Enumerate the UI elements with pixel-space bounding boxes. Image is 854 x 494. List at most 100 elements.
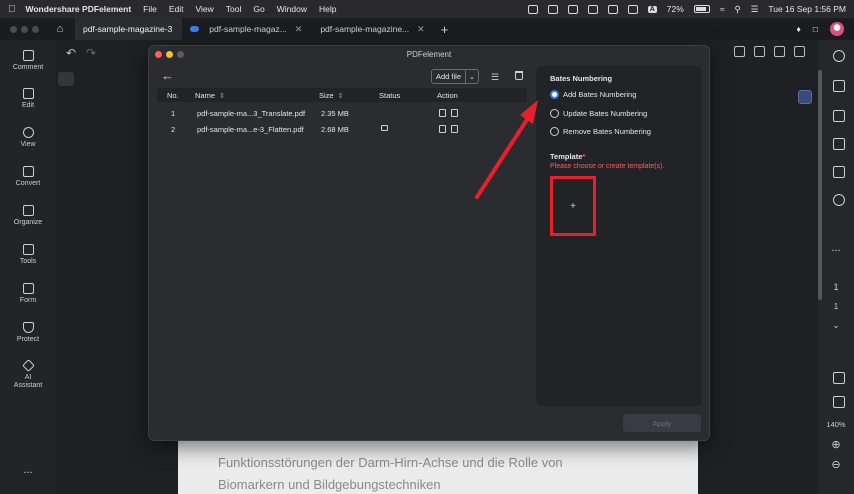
avatar[interactable] [830, 22, 844, 36]
attachment-icon[interactable] [833, 194, 845, 206]
redo-icon[interactable]: ↷ [86, 46, 96, 60]
apple-icon[interactable]:  [8, 4, 16, 15]
chevron-down-icon[interactable]: ⌄ [466, 73, 478, 81]
lock-icon [381, 125, 388, 131]
file-icon[interactable] [439, 125, 446, 133]
new-tab-button[interactable]: + [441, 22, 449, 37]
col-header-action: Action [437, 90, 458, 100]
sidebar-item-edit[interactable]: Edit [0, 88, 56, 109]
radio-add-bates[interactable]: Add Bates Numbering [550, 90, 636, 99]
radio-icon[interactable] [550, 127, 559, 136]
cloud-icon [190, 26, 200, 32]
template-label-text: Template [550, 152, 583, 161]
table-header: No. Name ⇕ Size ⇕ Status Action [157, 88, 527, 102]
menu-window[interactable]: Window [277, 4, 307, 14]
trash-icon[interactable] [451, 125, 458, 133]
sidebar-item-view[interactable]: View [0, 127, 56, 148]
tab-label: pdf-sample-magazine-3 [83, 24, 173, 34]
ai-assistant-icon[interactable] [798, 90, 812, 104]
radio-remove-bates[interactable]: Remove Bates Numbering [550, 127, 651, 136]
zoom-level[interactable]: 140% [818, 420, 854, 429]
menu-edit[interactable]: Edit [169, 4, 184, 14]
print-icon[interactable] [754, 46, 765, 57]
close-icon[interactable]: ✕ [295, 24, 303, 35]
menu-file[interactable]: File [143, 4, 157, 14]
properties-icon[interactable] [833, 50, 845, 62]
sidebar-item-convert[interactable]: Convert [0, 166, 56, 187]
tab-document-3[interactable]: pdf-sample-magazine... ✕ [312, 18, 434, 40]
fields-icon[interactable] [833, 166, 845, 178]
text-icon[interactable] [587, 4, 598, 14]
comment-panel-icon[interactable] [833, 110, 845, 122]
control-center-icon[interactable]: ☰ [751, 4, 759, 15]
hand-icon[interactable] [833, 372, 845, 384]
bookmark-icon[interactable] [833, 138, 845, 150]
zoom-out-icon[interactable]: ⊖ [818, 458, 854, 471]
menu-view[interactable]: View [196, 4, 214, 14]
undo-icon[interactable]: ↶ [66, 46, 76, 60]
cast-icon[interactable] [547, 4, 558, 14]
bluetooth-icon[interactable] [607, 4, 618, 14]
add-file-label[interactable]: Add file [432, 70, 467, 83]
wifi-icon[interactable]: ≈ [720, 4, 725, 14]
sidebar-item-form[interactable]: Form [0, 283, 56, 304]
more-button[interactable]: ... [0, 464, 56, 476]
row-size: 2.35 MB [321, 109, 349, 118]
radio-selected-icon[interactable] [550, 90, 559, 99]
back-arrow-icon[interactable]: ← [161, 68, 174, 83]
sidebar-item-tools[interactable]: Tools [0, 244, 56, 265]
tab-document-2[interactable]: pdf-sample-magaz... ✕ [182, 18, 312, 40]
page-down-icon[interactable]: ⌄ [818, 320, 854, 331]
trash-icon[interactable] [451, 109, 458, 117]
menu-tool[interactable]: Tool [226, 4, 242, 14]
thumbnails-icon[interactable] [833, 80, 845, 92]
search-icon[interactable]: ⚲ [734, 4, 740, 15]
page-current[interactable]: 1 [818, 282, 854, 292]
datetime[interactable]: Tue 16 Sep 1:56 PM [768, 4, 846, 14]
table-row[interactable]: 1 pdf-sample-ma...3_Translate.pdf 2.35 M… [157, 105, 527, 121]
scrollbar[interactable] [818, 70, 822, 300]
share-icon[interactable] [774, 46, 785, 57]
list-icon[interactable]: ☰ [491, 72, 499, 83]
tab-document-1[interactable]: pdf-sample-magazine-3 [75, 18, 183, 40]
comment-icon [22, 50, 34, 61]
col-header-size[interactable]: Size ⇕ [319, 91, 343, 100]
apply-button[interactable]: Apply [623, 414, 701, 432]
sidebar-item-ai-assistant[interactable]: AI Assistant [0, 359, 56, 390]
menu-help[interactable]: Help [319, 4, 336, 14]
file-icon[interactable] [439, 109, 446, 117]
adjust-icon[interactable] [58, 72, 74, 86]
fit-page-icon[interactable] [833, 396, 845, 408]
row-name: pdf-sample-ma...e-3_Flatten.pdf [197, 125, 304, 134]
sort-icon[interactable]: ⇕ [338, 93, 344, 100]
sidebar-item-protect[interactable]: Protect [0, 322, 56, 343]
panel-icon[interactable]: □ [813, 24, 818, 34]
sidebar-item-organize[interactable]: Organize [0, 205, 56, 226]
more-tools-button[interactable]: ... [818, 242, 854, 254]
status-app-icon[interactable] [527, 4, 538, 14]
home-icon[interactable]: ⌂ [53, 22, 67, 36]
radio-icon[interactable] [550, 109, 559, 118]
organize-icon [22, 205, 34, 216]
clock-icon[interactable] [627, 4, 638, 14]
table-row[interactable]: 2 pdf-sample-ma...e-3_Flatten.pdf 2.68 M… [157, 121, 527, 137]
create-template-button[interactable]: + [550, 176, 596, 236]
save-icon[interactable] [734, 46, 745, 57]
sidebar-item-label: Tools [19, 258, 37, 265]
sort-icon[interactable]: ⇕ [219, 93, 225, 100]
radio-update-bates[interactable]: Update Bates Numbering [550, 109, 647, 118]
cloud-upload-icon[interactable] [794, 46, 805, 57]
col-header-name[interactable]: Name ⇕ [195, 91, 225, 100]
app-name-menu[interactable]: Wondershare PDFelement [26, 4, 132, 14]
add-file-button[interactable]: Add file ⌄ [431, 69, 479, 84]
trash-icon[interactable] [515, 71, 523, 80]
status-icon[interactable] [567, 4, 578, 14]
window-controls[interactable] [10, 25, 39, 33]
battery-icon[interactable] [693, 5, 710, 13]
sidebar-item-comment[interactable]: Comment [0, 50, 56, 71]
menu-go[interactable]: Go [253, 4, 264, 14]
input-source-icon[interactable]: A [647, 5, 657, 13]
zoom-in-icon[interactable]: ⊕ [818, 438, 854, 451]
bell-icon[interactable]: ♦ [797, 24, 801, 34]
close-icon[interactable]: ✕ [417, 24, 425, 35]
